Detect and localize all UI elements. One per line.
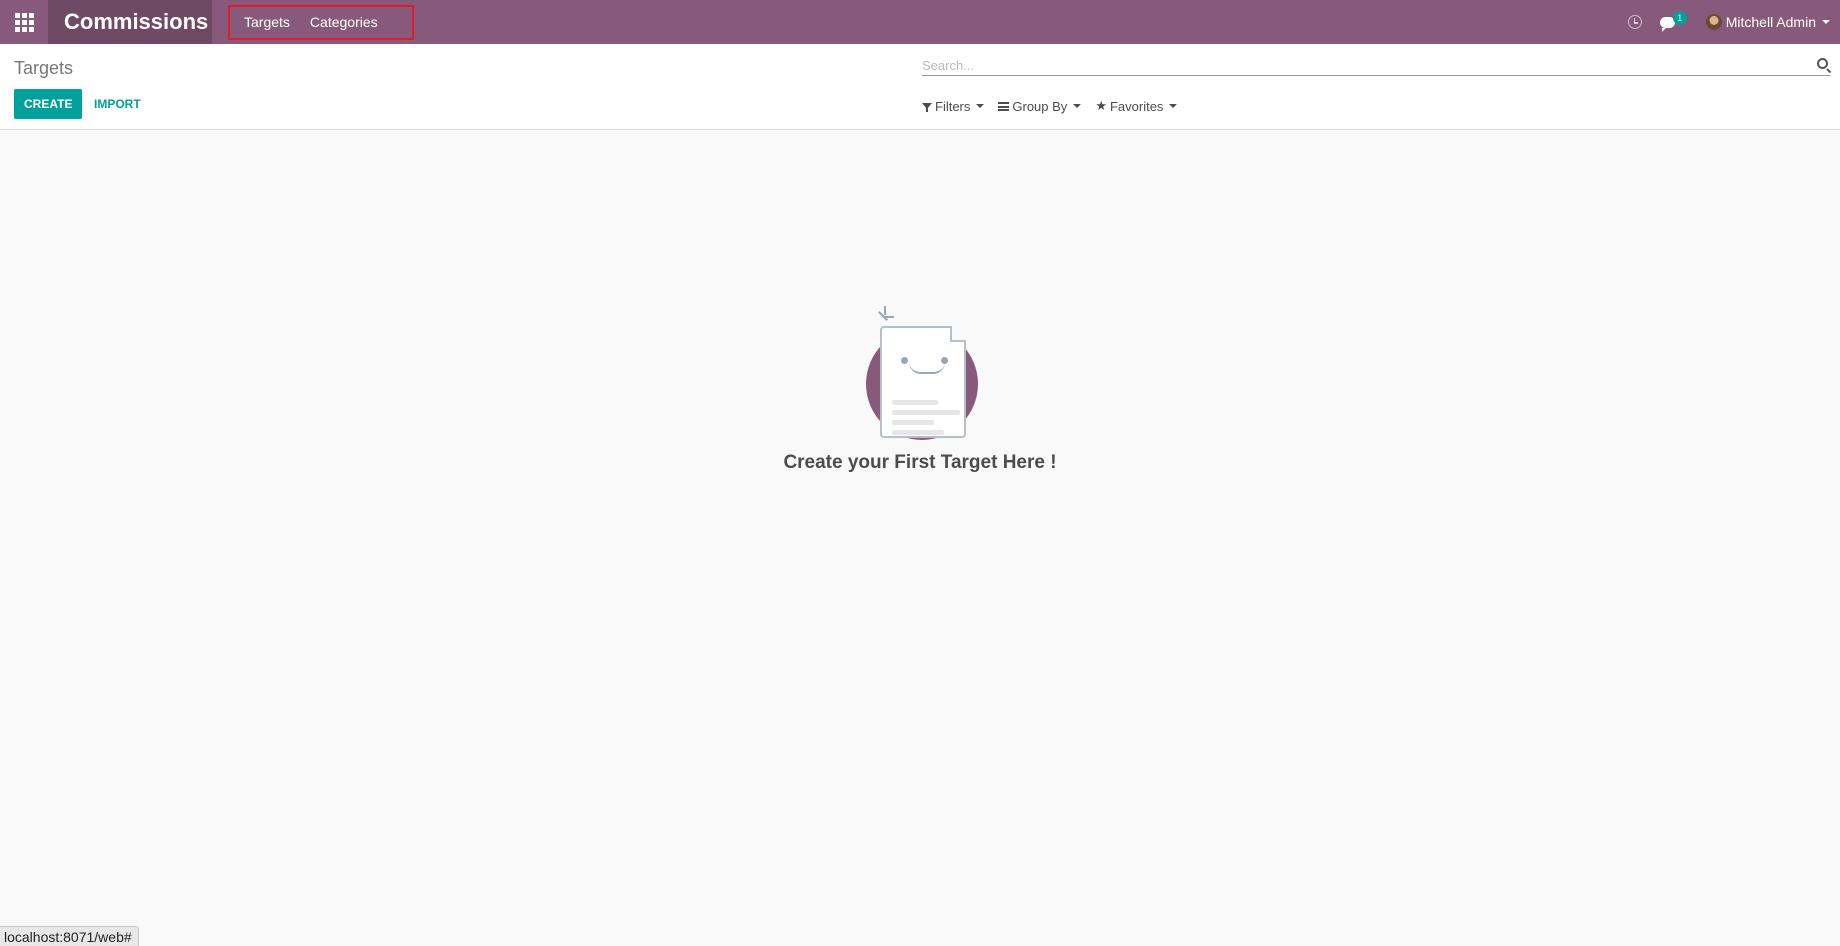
navbar-systray: 1 Mitchell Admin — [1627, 0, 1840, 44]
favorites-dropdown[interactable]: ★ Favorites — [1095, 98, 1178, 114]
import-button[interactable]: IMPORT — [94, 89, 141, 119]
star-icon: ★ — [1095, 98, 1107, 113]
search-icon[interactable] — [1817, 58, 1828, 69]
filter-icon — [922, 103, 932, 112]
eye-left — [901, 357, 908, 364]
smile — [909, 362, 945, 374]
document-icon — [880, 326, 966, 438]
status-bar-url: localhost:8071/web# — [0, 926, 139, 946]
favorites-label: Favorites — [1109, 98, 1164, 114]
user-menu[interactable]: Mitchell Admin — [1705, 14, 1830, 30]
empty-state-title: Create your First Target Here ! — [783, 452, 1057, 473]
user-name: Mitchell Admin — [1725, 14, 1816, 30]
avatar — [1705, 14, 1722, 30]
paper-fold — [950, 326, 966, 342]
search-input[interactable] — [922, 54, 1802, 76]
text-line — [892, 410, 960, 415]
search-options: Filters Group By ★ Favorites — [922, 96, 1191, 116]
text-line — [892, 430, 944, 435]
messages-count-badge: 1 — [1672, 11, 1687, 25]
create-button[interactable]: CREATE — [14, 89, 83, 119]
list-icon — [998, 101, 1010, 111]
menu-item-targets[interactable]: Targets — [244, 14, 290, 30]
activity-clock-icon[interactable] — [1627, 15, 1642, 29]
sparkle-line — [884, 306, 886, 315]
messaging-button[interactable]: 1 — [1659, 11, 1687, 32]
chevron-down-icon — [1822, 20, 1830, 24]
chevron-down-icon — [1073, 104, 1082, 108]
empty-state: Create your First Target Here ! — [0, 130, 1840, 946]
control-panel: Targets CREATE IMPORT Filters Group By ★… — [0, 44, 1840, 130]
chevron-down-icon — [976, 104, 985, 108]
search-bar — [922, 54, 1830, 76]
text-line — [892, 420, 934, 425]
chevron-down-icon — [1169, 104, 1178, 108]
empty-document-illustration — [864, 306, 984, 448]
menu-item-categories[interactable]: Categories — [310, 14, 378, 30]
top-navbar: Commissions Targets Categories 1 Mitchel… — [0, 0, 1840, 44]
top-menu: Targets Categories — [244, 0, 398, 44]
sparkle-line — [884, 316, 894, 318]
text-line — [892, 400, 938, 405]
filters-label: Filters — [935, 98, 971, 114]
apps-grid-icon — [14, 12, 34, 32]
apps-menu-button[interactable] — [0, 0, 48, 44]
filters-dropdown[interactable]: Filters — [922, 98, 985, 114]
app-title[interactable]: Commissions — [48, 0, 212, 44]
group-by-label: Group By — [1012, 98, 1068, 114]
group-by-dropdown[interactable]: Group By — [998, 98, 1082, 114]
breadcrumb: Targets — [14, 58, 74, 78]
